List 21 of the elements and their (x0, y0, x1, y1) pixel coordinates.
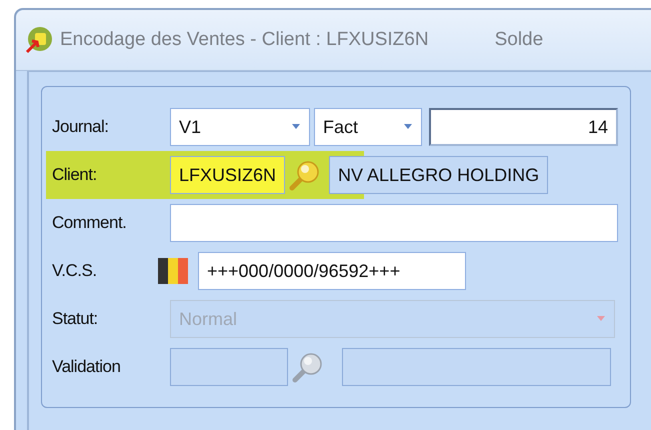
dropdown-arrow-icon[interactable] (403, 124, 413, 130)
field-label: Journal: (51, 117, 110, 137)
window-title: Encodage des Ventes - Client : LFXUSIZ6N (60, 29, 429, 51)
field-label: Statut: (51, 309, 99, 329)
vcs-field[interactable]: +++000/0000/96592+++ (198, 252, 466, 290)
field-label: Comment. (51, 213, 128, 233)
number-field[interactable]: 14 (429, 108, 618, 146)
field-label: Validation (51, 357, 122, 377)
flag-icon (158, 258, 188, 284)
journal-dropdown[interactable]: V1 (170, 108, 310, 146)
dropdown-arrow-icon[interactable] (291, 124, 301, 130)
client-code-field[interactable]: LFXUSIZ6N (170, 156, 286, 194)
app-icon (24, 25, 54, 55)
comment-field[interactable] (170, 204, 618, 242)
window-title: Solde (494, 29, 544, 51)
search-icon[interactable] (292, 351, 324, 383)
client-name-field: NV ALLEGRO HOLDING (329, 156, 548, 194)
document-type-dropdown[interactable]: Fact (314, 108, 422, 146)
field-label: V.C.S. (51, 261, 98, 281)
search-icon[interactable] (289, 159, 322, 191)
field-label: Client: (51, 165, 98, 185)
